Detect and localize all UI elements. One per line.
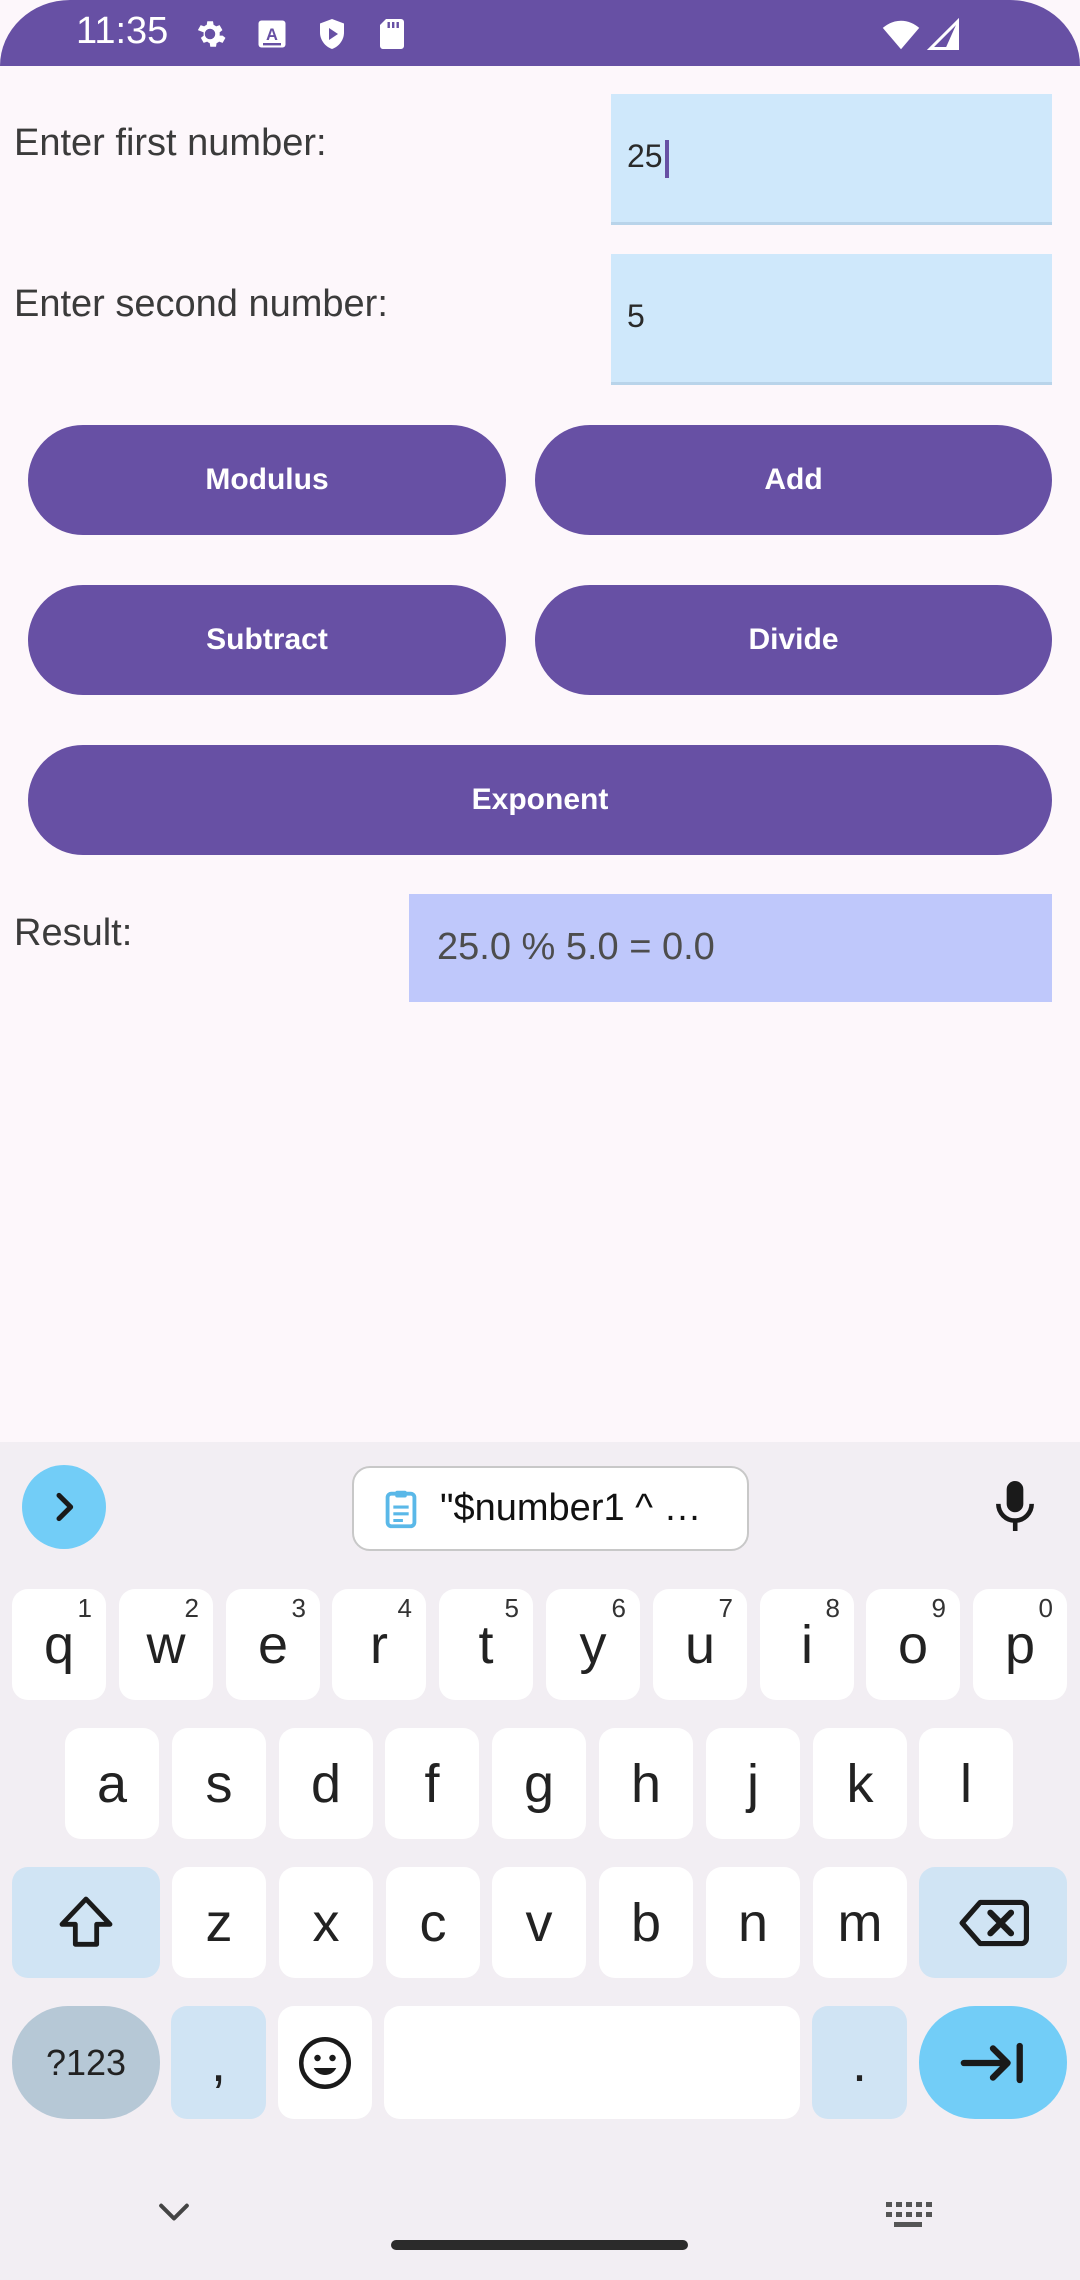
key-hint: 6 [611, 1593, 626, 1623]
key-r[interactable]: r4 [332, 1589, 426, 1700]
key-w[interactable]: w2 [119, 1589, 213, 1700]
app-screen: 11:35 A Enter first number: 25 Enter sec… [0, 0, 1080, 2280]
symbols-key[interactable]: ?123 [12, 2006, 160, 2119]
space-key[interactable] [384, 2006, 800, 2119]
key-s[interactable]: s [172, 1728, 266, 1839]
first-number-label: Enter first number: [14, 122, 327, 164]
key-label: u [684, 1614, 716, 1675]
shield-play-icon [320, 19, 344, 49]
shift-icon [59, 1896, 113, 1947]
add-button[interactable]: Add [535, 425, 1052, 535]
backspace-key[interactable] [919, 1867, 1067, 1978]
key-q[interactable]: q1 [12, 1589, 106, 1700]
keyboard-switch-icon[interactable] [882, 2196, 934, 2232]
key-hint: 1 [77, 1593, 92, 1623]
subtract-button[interactable]: Subtract [28, 585, 506, 695]
key-hint: 2 [184, 1593, 199, 1623]
key-o[interactable]: o9 [866, 1589, 960, 1700]
key-hint: 3 [291, 1593, 306, 1623]
key-z[interactable]: z [172, 1867, 266, 1978]
key-g[interactable]: g [492, 1728, 586, 1839]
comma-key[interactable]: , [171, 2006, 266, 2119]
key-n[interactable]: n [706, 1867, 800, 1978]
key-label: p [1004, 1614, 1036, 1675]
exponent-button[interactable]: Exponent [28, 745, 1052, 855]
sd-card-icon [380, 19, 404, 49]
key-hint: 8 [825, 1593, 840, 1623]
wifi-icon [882, 20, 920, 50]
key-hint: 0 [1038, 1593, 1053, 1623]
expand-toolbar-button[interactable] [22, 1465, 106, 1549]
key-d[interactable]: d [279, 1728, 373, 1839]
emoji-key[interactable] [278, 2006, 372, 2119]
second-number-value: 5 [627, 298, 645, 334]
status-time: 11:35 [76, 10, 169, 52]
hide-keyboard-icon[interactable] [152, 2196, 196, 2230]
key-i[interactable]: i8 [760, 1589, 854, 1700]
chevron-right-icon [56, 1492, 74, 1522]
period-key[interactable]: . [812, 2006, 907, 2119]
key-label: w [146, 1614, 186, 1675]
key-k[interactable]: k [813, 1728, 907, 1839]
first-number-value: 25 [627, 138, 663, 174]
key-f[interactable]: f [385, 1728, 479, 1839]
key-x[interactable]: x [279, 1867, 373, 1978]
key-hint: 9 [931, 1593, 946, 1623]
key-label: e [257, 1614, 289, 1675]
clipboard-text: "$number1 ^ … [440, 1487, 702, 1529]
key-hint: 7 [718, 1593, 733, 1623]
gear-icon [197, 21, 226, 47]
microphone-icon[interactable] [990, 1476, 1040, 1536]
clipboard-suggestion[interactable]: "$number1 ^ … [352, 1466, 749, 1551]
next-key[interactable] [919, 2006, 1067, 2119]
result-display: 25.0 % 5.0 = 0.0 [409, 894, 1052, 1002]
emoji-icon [299, 2036, 351, 2089]
first-number-input[interactable]: 25 [611, 94, 1052, 225]
key-p[interactable]: p0 [973, 1589, 1067, 1700]
shift-key[interactable] [12, 1867, 160, 1978]
key-a[interactable]: a [65, 1728, 159, 1839]
svg-text:A: A [266, 26, 278, 44]
key-h[interactable]: h [599, 1728, 693, 1839]
result-label: Result: [14, 912, 133, 954]
key-t[interactable]: t5 [439, 1589, 533, 1700]
key-label: q [43, 1614, 75, 1675]
key-v[interactable]: v [492, 1867, 586, 1978]
key-e[interactable]: e3 [226, 1589, 320, 1700]
key-y[interactable]: y6 [546, 1589, 640, 1700]
soft-keyboard [0, 1442, 1080, 2280]
key-label: y [579, 1614, 607, 1675]
key-label: i [801, 1614, 813, 1675]
backspace-icon [959, 1899, 1029, 1946]
second-number-input[interactable]: 5 [611, 254, 1052, 385]
key-hint: 5 [504, 1593, 519, 1623]
tab-arrow-icon [960, 2042, 1023, 2083]
key-m[interactable]: m [813, 1867, 907, 1978]
divide-button[interactable]: Divide [535, 585, 1052, 695]
modulus-button[interactable]: Modulus [28, 425, 506, 535]
keyboard-a-icon: A [258, 20, 286, 48]
key-label: r [370, 1614, 388, 1675]
home-gesture-bar[interactable] [391, 2240, 688, 2250]
text-cursor [664, 139, 669, 178]
key-hint: 4 [397, 1593, 412, 1623]
key-b[interactable]: b [599, 1867, 693, 1978]
clipboard-icon [385, 1490, 417, 1528]
result-value: 25.0 % 5.0 = 0.0 [437, 926, 715, 968]
key-u[interactable]: u7 [653, 1589, 747, 1700]
key-label: t [478, 1614, 494, 1675]
second-number-label: Enter second number: [14, 283, 388, 325]
key-l[interactable]: l [919, 1728, 1013, 1839]
key-label: o [897, 1614, 929, 1675]
cell-signal-icon [926, 17, 959, 50]
key-j[interactable]: j [706, 1728, 800, 1839]
key-c[interactable]: c [386, 1867, 480, 1978]
